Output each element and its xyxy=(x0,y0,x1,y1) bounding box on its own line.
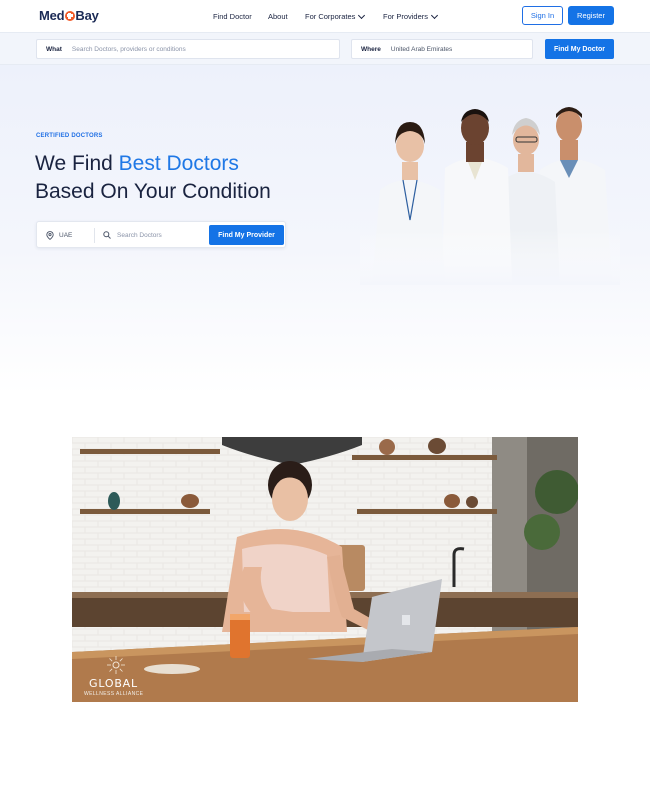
nav-about[interactable]: About xyxy=(268,12,288,21)
search-icon xyxy=(103,231,111,239)
nav-for-providers-label: For Providers xyxy=(383,12,429,21)
what-label: What xyxy=(46,45,62,53)
brand-line2: WELLNESS ALLIANCE xyxy=(84,691,144,697)
nav-for-providers[interactable]: For Providers xyxy=(383,11,439,21)
what-field[interactable]: What Search Doctors, providers or condit… xyxy=(36,39,340,59)
brand-line1: GLOBAL xyxy=(89,677,138,690)
chevron-down-icon xyxy=(430,11,439,19)
logo-text-left: Med xyxy=(39,8,65,23)
wellness-promo-image xyxy=(72,437,578,702)
location-selector[interactable]: UAE xyxy=(46,231,72,240)
medbay-logo[interactable]: Med Bay xyxy=(39,8,99,23)
hero-search-box: UAE Search Doctors Find My Provider xyxy=(36,221,286,248)
hero-eyebrow: CERTIFIED DOCTORS xyxy=(36,133,103,139)
doctors-group-image xyxy=(360,100,620,285)
nav-for-corporates[interactable]: For Corporates xyxy=(305,11,366,21)
nav-about-label: About xyxy=(268,12,288,21)
where-value: United Arab Emirates xyxy=(390,45,453,53)
where-label: Where xyxy=(361,45,381,53)
find-my-provider-button[interactable]: Find My Provider xyxy=(209,225,284,245)
hero-title: We Find Best Doctors Based On Your Condi… xyxy=(35,150,271,206)
register-button[interactable]: Register xyxy=(568,6,614,25)
what-placeholder: Search Doctors, providers or conditions xyxy=(71,45,186,53)
nav-find-doctor[interactable]: Find Doctor xyxy=(213,12,252,21)
nav-find-doctor-label: Find Doctor xyxy=(213,12,252,21)
logo-text-right: Bay xyxy=(75,8,99,23)
sign-in-button[interactable]: Sign In xyxy=(522,6,563,25)
sun-burst-icon xyxy=(107,656,125,674)
hero-title-line2: Based On Your Condition xyxy=(35,180,271,203)
divider xyxy=(94,228,95,243)
chevron-down-icon xyxy=(358,11,366,19)
hero-title-part1: We Find xyxy=(35,152,119,175)
find-my-doctor-button[interactable]: Find My Doctor xyxy=(545,39,614,59)
nav-for-corporates-label: For Corporates xyxy=(305,12,356,21)
medical-cross-icon xyxy=(64,10,75,21)
where-field[interactable]: Where United Arab Emirates xyxy=(351,39,533,59)
hero-title-accent: Best Doctors xyxy=(118,152,239,175)
search-strip: What Search Doctors, providers or condit… xyxy=(0,32,650,65)
location-pin-icon xyxy=(46,231,54,240)
top-navbar: Med Bay Find Doctor About For Corporates… xyxy=(0,0,650,32)
hero-search-input[interactable]: Search Doctors xyxy=(103,231,162,239)
location-value: UAE xyxy=(59,232,73,239)
hero-search-placeholder: Search Doctors xyxy=(117,231,162,239)
